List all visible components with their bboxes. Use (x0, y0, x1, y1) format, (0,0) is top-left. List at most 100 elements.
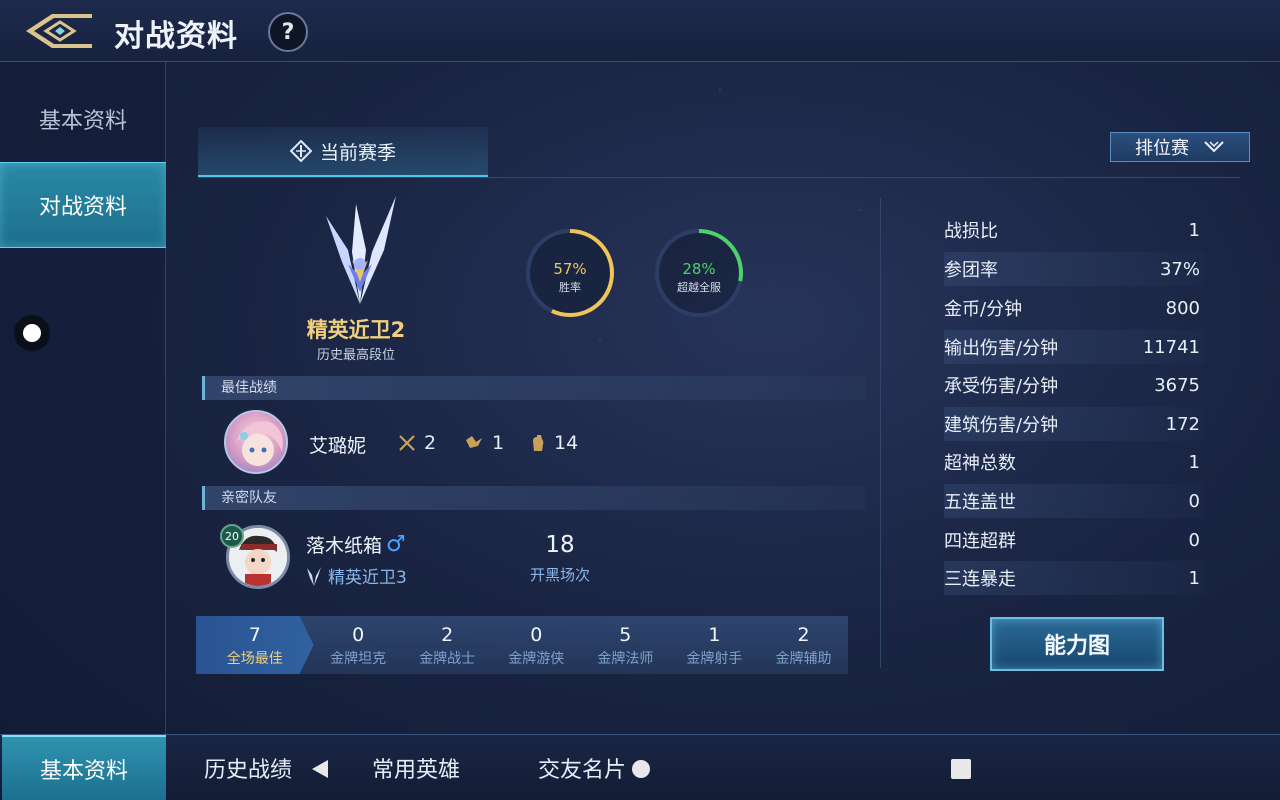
bottom-tab-basic-info[interactable]: 基本资料 (2, 735, 166, 800)
medal-label: 金牌游侠 (508, 651, 565, 667)
header-bar: 对战资料 ? (0, 0, 1280, 62)
stat-row: 参团率 37% (944, 252, 1204, 286)
kills-value: 2 (424, 432, 437, 454)
stat-label: 战损比 (944, 221, 998, 242)
stat-row: 四连超群 0 (944, 523, 1204, 557)
medal-value: 1 (708, 624, 721, 646)
male-gender-icon: ♂ (386, 532, 406, 557)
match-mode-label: 排位赛 (1135, 138, 1189, 159)
divider (198, 177, 1240, 178)
hero-avatar[interactable] (224, 410, 288, 474)
stat-value: 3675 (1154, 374, 1200, 396)
surpass-label: 超越全服 (677, 281, 721, 294)
stat-row: 五连盖世 0 (944, 484, 1204, 518)
medal-warrior[interactable]: 2 金牌战士 (403, 616, 492, 674)
stat-row: 金币/分钟 800 (944, 291, 1204, 325)
team-up-count: 18 (545, 532, 575, 558)
medal-label: 金牌坦克 (330, 651, 387, 667)
stat-value: 11741 (1142, 336, 1200, 358)
match-mode-dropdown[interactable]: 排位赛 (1110, 132, 1250, 162)
stat-row: 战损比 1 (944, 213, 1204, 247)
medal-label: 全场最佳 (226, 651, 283, 667)
ability-chart-button[interactable]: 能力图 (990, 617, 1164, 671)
medal-tank[interactable]: 0 金牌坦克 (314, 616, 403, 674)
teammate-level-badge: 20 (220, 524, 244, 548)
stat-value: 800 (1165, 297, 1200, 319)
rank-subtitle: 历史最高段位 (316, 348, 395, 363)
surpass-value: 28% (682, 260, 716, 278)
team-up-label: 开黑场次 (529, 566, 590, 584)
stat-label: 四连超群 (944, 531, 1016, 552)
teammate-rank: 精英近卫3 (328, 568, 407, 588)
sidebar: 基本资料 对战资料 (0, 62, 166, 734)
sidebar-item-basic-info[interactable]: 基本资料 (0, 76, 166, 162)
floating-assistive-button[interactable] (14, 315, 50, 351)
medal-support[interactable]: 2 金牌辅助 (759, 616, 848, 674)
system-back-icon[interactable] (310, 758, 330, 780)
help-button[interactable]: ? (268, 12, 308, 52)
medal-value: 5 (619, 624, 632, 646)
deaths-value: 1 (492, 432, 505, 454)
rank-emblem-icon (312, 192, 408, 310)
tab-current-season[interactable]: 当前赛季 (198, 127, 488, 177)
teammate-name: 落木纸箱 (306, 535, 383, 557)
stat-row: 建筑伤害/分钟 172 (944, 407, 1204, 441)
medal-mage[interactable]: 5 金牌法师 (581, 616, 670, 674)
stat-row: 超神总数 1 (944, 445, 1204, 479)
season-icon (289, 140, 312, 162)
bottom-tab-match-history[interactable]: 历史战绩 (204, 735, 292, 800)
close-teammate-header: 亲密队友 (202, 486, 866, 510)
system-home-icon[interactable] (631, 759, 651, 779)
medal-label: 金牌辅助 (775, 651, 832, 667)
kills-stat: 2 (398, 432, 436, 454)
stat-label: 金币/分钟 (944, 299, 1023, 320)
medal-label: 金牌战士 (419, 651, 476, 667)
stat-value: 1 (1188, 219, 1200, 241)
stat-value: 0 (1188, 490, 1200, 512)
medal-value: 2 (797, 624, 810, 646)
stat-value: 1 (1188, 451, 1200, 473)
sidebar-item-battle-info[interactable]: 对战资料 (0, 162, 166, 248)
medal-mvp[interactable]: 7 全场最佳 (196, 616, 314, 674)
stat-label: 承受伤害/分钟 (944, 376, 1059, 397)
bottom-tab-friend-card[interactable]: 交友名片 (538, 735, 626, 800)
stat-row: 三连暴走 1 (944, 561, 1204, 595)
medal-label: 金牌法师 (597, 651, 654, 667)
bottom-tab-common-heroes[interactable]: 常用英雄 (372, 735, 460, 800)
rank-name: 精英近卫2 (306, 318, 406, 342)
assist-hand-icon (533, 435, 544, 451)
stat-value: 0 (1188, 529, 1200, 551)
medal-assassin[interactable]: 0 金牌游侠 (492, 616, 581, 674)
medal-value: 0 (352, 624, 365, 646)
back-icon[interactable] (22, 10, 96, 52)
assists-stat: 14 (530, 432, 578, 454)
stat-label: 参团率 (944, 260, 998, 281)
medal-value: 7 (248, 624, 261, 646)
death-icon (466, 436, 482, 448)
stat-value: 37% (1159, 258, 1200, 280)
medal-label: 金牌射手 (686, 651, 743, 667)
swords-icon (399, 435, 415, 451)
medal-summary-bar: 7 全场最佳 0 金牌坦克 2 金牌战士 0 金牌游侠 5 金牌法师 1 金牌射… (196, 616, 848, 674)
medal-value: 0 (530, 624, 543, 646)
win-rate-label: 胜率 (559, 281, 581, 294)
stat-label: 输出伤害/分钟 (944, 338, 1059, 359)
teammate-name-row[interactable]: 落木纸箱 ♂ (306, 531, 406, 558)
stat-label: 建筑伤害/分钟 (944, 415, 1059, 436)
stat-row: 输出伤害/分钟 11741 (944, 330, 1204, 364)
medal-value: 2 (441, 624, 454, 646)
panel-divider (880, 198, 881, 668)
stat-row: 承受伤害/分钟 3675 (944, 368, 1204, 402)
rank-mini-icon (307, 566, 321, 586)
best-record-header: 最佳战绩 (202, 376, 866, 400)
stat-value: 172 (1165, 413, 1200, 435)
system-recents-icon[interactable] (950, 758, 972, 780)
win-rate-value: 57% (553, 260, 587, 278)
stat-label: 五连盖世 (944, 492, 1016, 513)
stat-label: 超神总数 (944, 453, 1016, 474)
stat-value: 1 (1188, 567, 1200, 589)
page-title: 对战资料 (114, 19, 238, 54)
medal-marksman[interactable]: 1 金牌射手 (670, 616, 759, 674)
chevron-down-icon (1204, 141, 1224, 153)
deaths-stat: 1 (464, 432, 504, 454)
